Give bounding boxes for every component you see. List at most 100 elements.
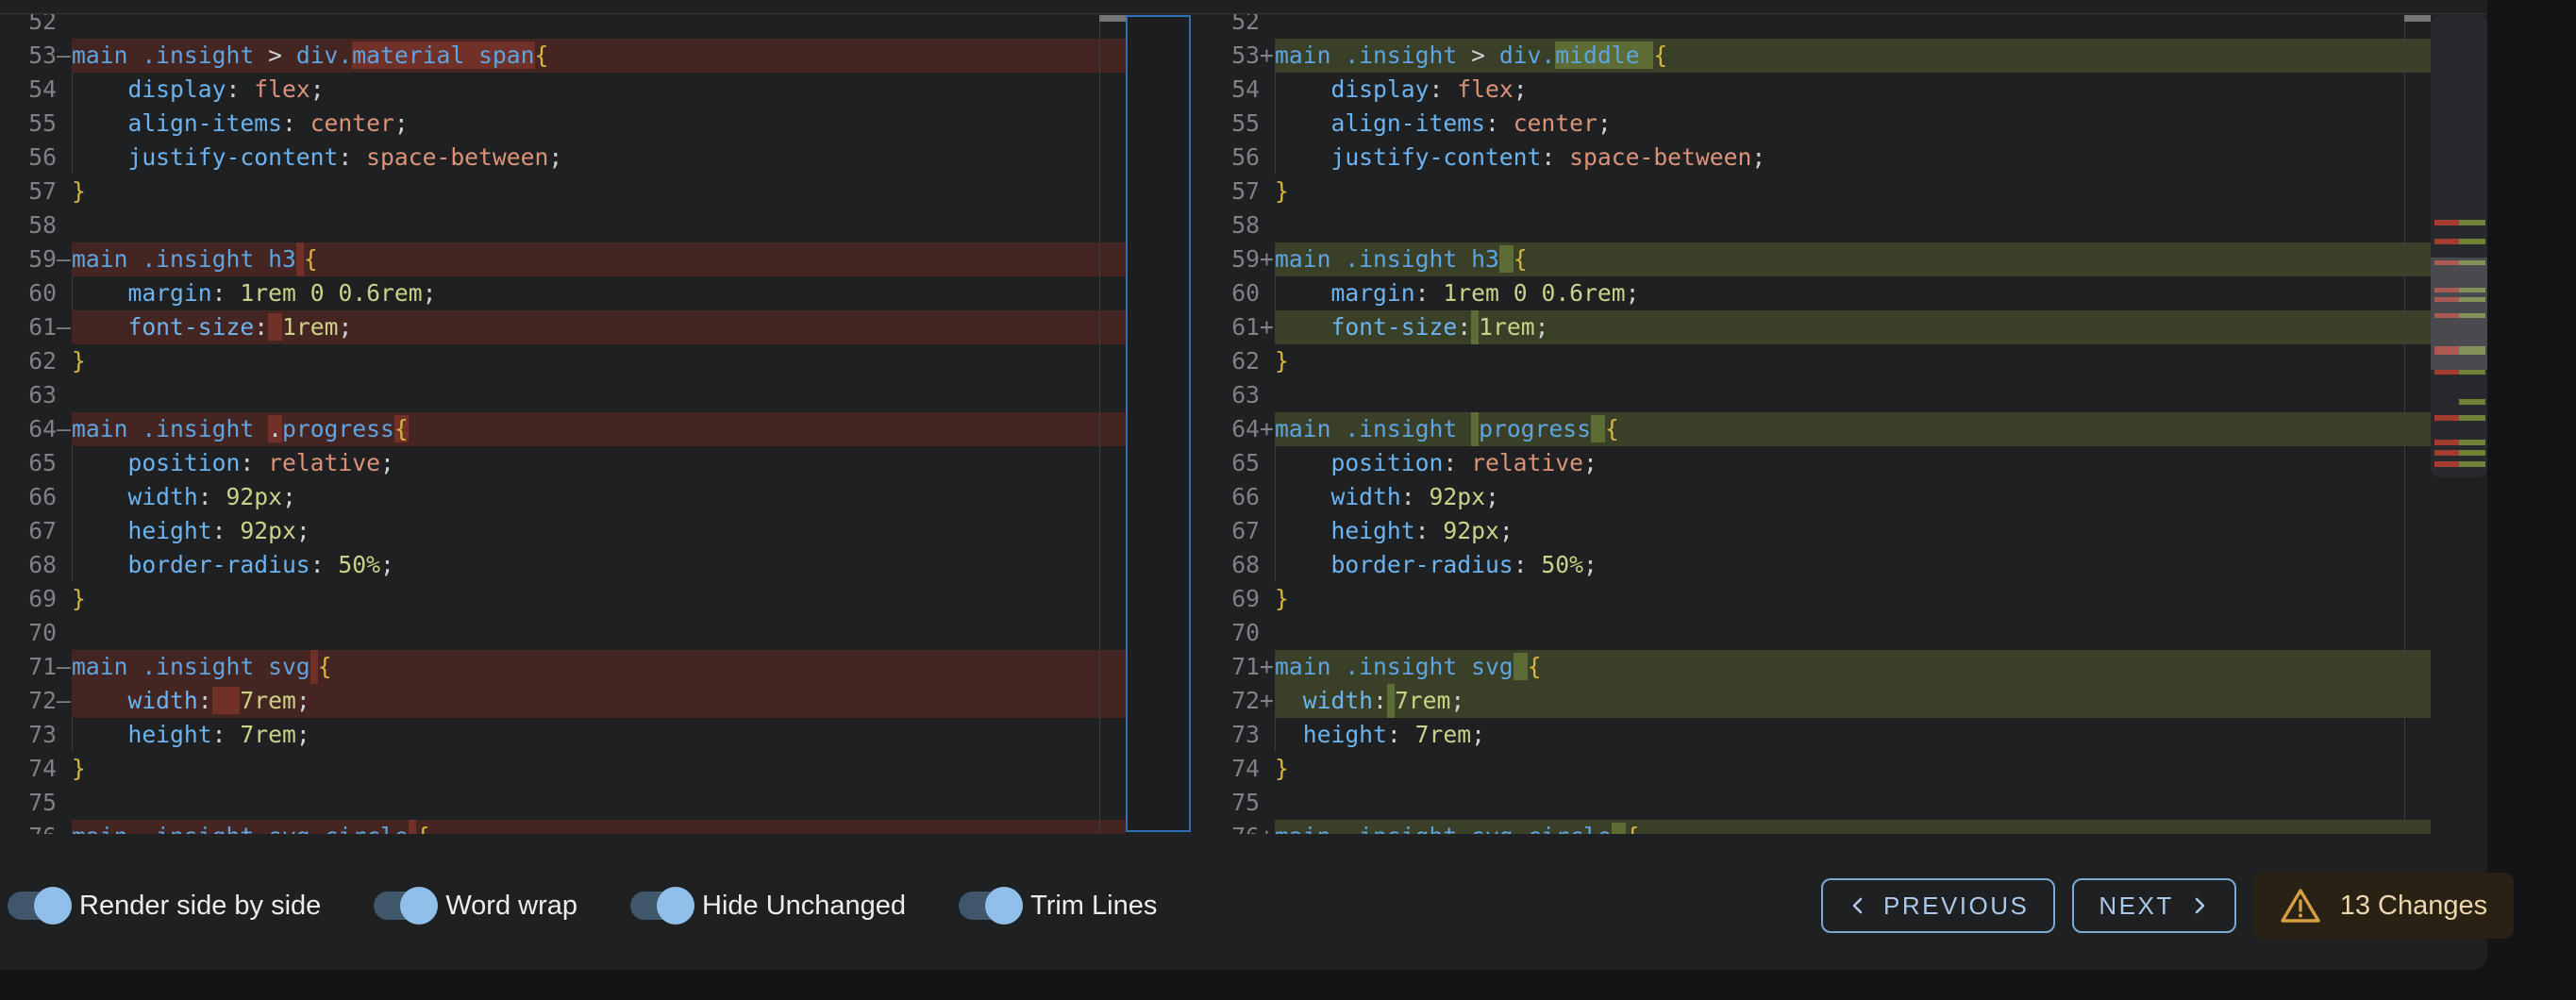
toggle-knob[interactable] <box>657 887 694 925</box>
next-change-button[interactable]: NEXT <box>2072 878 2235 933</box>
line-content <box>1275 616 2431 650</box>
code-token: : <box>1415 517 1444 544</box>
code-line-right-53: 53+main .insight > div.middle { <box>1191 39 2487 73</box>
diff-viewer-app: 5253–main .insight > div.material span{5… <box>0 0 2576 1000</box>
toggle-track[interactable] <box>959 892 1015 920</box>
line-number: 69 <box>0 582 57 616</box>
code-token: : <box>1387 721 1415 748</box>
code-token: } <box>1275 177 1289 205</box>
code-token: main .insight h3 <box>1275 245 1499 273</box>
line-number: 56 <box>1191 141 1260 175</box>
toggle-word-wrap[interactable]: Word wrap <box>374 891 577 922</box>
code-line-right-75: 75 <box>1191 786 2487 820</box>
line-number: 64 <box>1191 412 1260 446</box>
code-token: : <box>282 109 310 137</box>
code-line-right-56: 56 justify-content: space-between; <box>1191 141 2487 175</box>
toggle-hide-unchanged[interactable]: Hide Unchanged <box>630 891 906 922</box>
code-token: ; <box>394 109 409 137</box>
code-token: > <box>1471 42 1499 69</box>
code-token: middle <box>1555 42 1653 69</box>
diff-sign <box>1260 344 1275 378</box>
toggle-knob[interactable] <box>400 887 438 925</box>
code-line-right-68: 68 border-radius: 50%; <box>1191 548 2487 582</box>
code-token: 92px <box>1443 517 1498 544</box>
toggle-track[interactable] <box>8 892 64 920</box>
code-token: ; <box>548 143 562 171</box>
code-line-right-54: 54 display: flex; <box>1191 73 2487 107</box>
code-token: ; <box>1597 109 1612 137</box>
line-number: 74 <box>0 752 57 786</box>
line-number: 52 <box>1191 14 1260 39</box>
code-token <box>1275 517 1330 544</box>
line-number: 73 <box>1191 718 1260 752</box>
right-scrollbar-thumb[interactable] <box>2404 15 2431 22</box>
diff-sign: – <box>57 412 72 446</box>
line-number: 53 <box>0 39 57 73</box>
line-number: 54 <box>0 73 57 107</box>
toggle-knob[interactable] <box>985 887 1023 925</box>
changes-count-badge: 13 Changes <box>2253 873 2514 939</box>
diff-sign <box>57 14 72 39</box>
line-number: 58 <box>1191 208 1260 242</box>
code-token <box>72 109 127 137</box>
diff-sash-viewport-box[interactable] <box>1126 15 1191 832</box>
line-content: height: 7rem; <box>72 718 1126 752</box>
line-content: main .insight svg { <box>1275 650 2431 684</box>
line-content: align-items: center; <box>1275 107 2431 141</box>
diff-sign: + <box>1260 310 1275 344</box>
original-editor-pane[interactable]: 5253–main .insight > div.material span{5… <box>0 14 1126 834</box>
code-token <box>1528 279 1542 307</box>
toggle-knob[interactable] <box>34 887 72 925</box>
code-token: center <box>1514 109 1597 137</box>
line-content: } <box>1275 344 2431 378</box>
code-token: div. <box>1499 42 1555 69</box>
code-token: main .insight h3 <box>72 245 296 273</box>
toggle-trim-lines[interactable]: Trim Lines <box>959 891 1157 922</box>
code-token: main .insight <box>72 42 268 69</box>
modified-editor-pane[interactable]: 5253+main .insight > div.middle {54 disp… <box>1191 14 2487 834</box>
toggle-track[interactable] <box>630 892 687 920</box>
diff-sign <box>1260 73 1275 107</box>
code-line-left-65: 65 position: relative; <box>0 446 1126 480</box>
line-content: } <box>1275 752 2431 786</box>
code-token: ; <box>380 449 394 476</box>
code-line-right-65: 65 position: relative; <box>1191 446 2487 480</box>
diff-sign: + <box>1260 39 1275 73</box>
previous-change-button[interactable]: PREVIOUS <box>1821 878 2055 933</box>
toggle-track[interactable] <box>374 892 430 920</box>
code-line-left-67: 67 height: 92px; <box>0 514 1126 548</box>
chevron-left-icon <box>1848 895 1868 916</box>
code-line-right-70: 70 <box>1191 616 2487 650</box>
line-number: 67 <box>0 514 57 548</box>
line-content: main .insight .progress{ <box>72 412 1126 446</box>
toggle-row: Render side by side Word wrap Hide Unchang… <box>8 873 1157 939</box>
line-content <box>72 786 1126 820</box>
code-token: margin <box>127 279 211 307</box>
left-scrollbar-thumb[interactable] <box>1099 15 1126 22</box>
changes-count-label: 13 Changes <box>2340 891 2487 922</box>
toggle-render-side-by-side[interactable]: Render side by side <box>8 891 321 922</box>
code-token: : <box>1401 483 1430 510</box>
line-number: 67 <box>1191 514 1260 548</box>
code-token: material span <box>352 42 534 69</box>
line-content: margin: 1rem 0 0.6rem; <box>72 276 1126 310</box>
line-content <box>1275 208 2431 242</box>
code-token <box>296 279 310 307</box>
overview-viewport-indicator[interactable] <box>2431 258 2487 370</box>
line-number: 71 <box>0 650 57 684</box>
code-line-left-68: 68 border-radius: 50%; <box>0 548 1126 582</box>
code-token: : <box>212 721 241 748</box>
code-token: margin <box>1330 279 1414 307</box>
line-number: 64 <box>0 412 57 446</box>
code-token: : <box>338 143 366 171</box>
line-number: 74 <box>1191 752 1260 786</box>
diff-overview-ruler[interactable] <box>2431 15 2487 477</box>
code-token: ; <box>1751 143 1765 171</box>
code-token: } <box>72 585 86 612</box>
code-token <box>72 449 127 476</box>
overview-removed-mark <box>2434 239 2459 244</box>
code-line-left-70: 70 <box>0 616 1126 650</box>
code-token: position <box>1330 449 1443 476</box>
code-token <box>1591 415 1605 442</box>
code-token <box>1275 143 1330 171</box>
